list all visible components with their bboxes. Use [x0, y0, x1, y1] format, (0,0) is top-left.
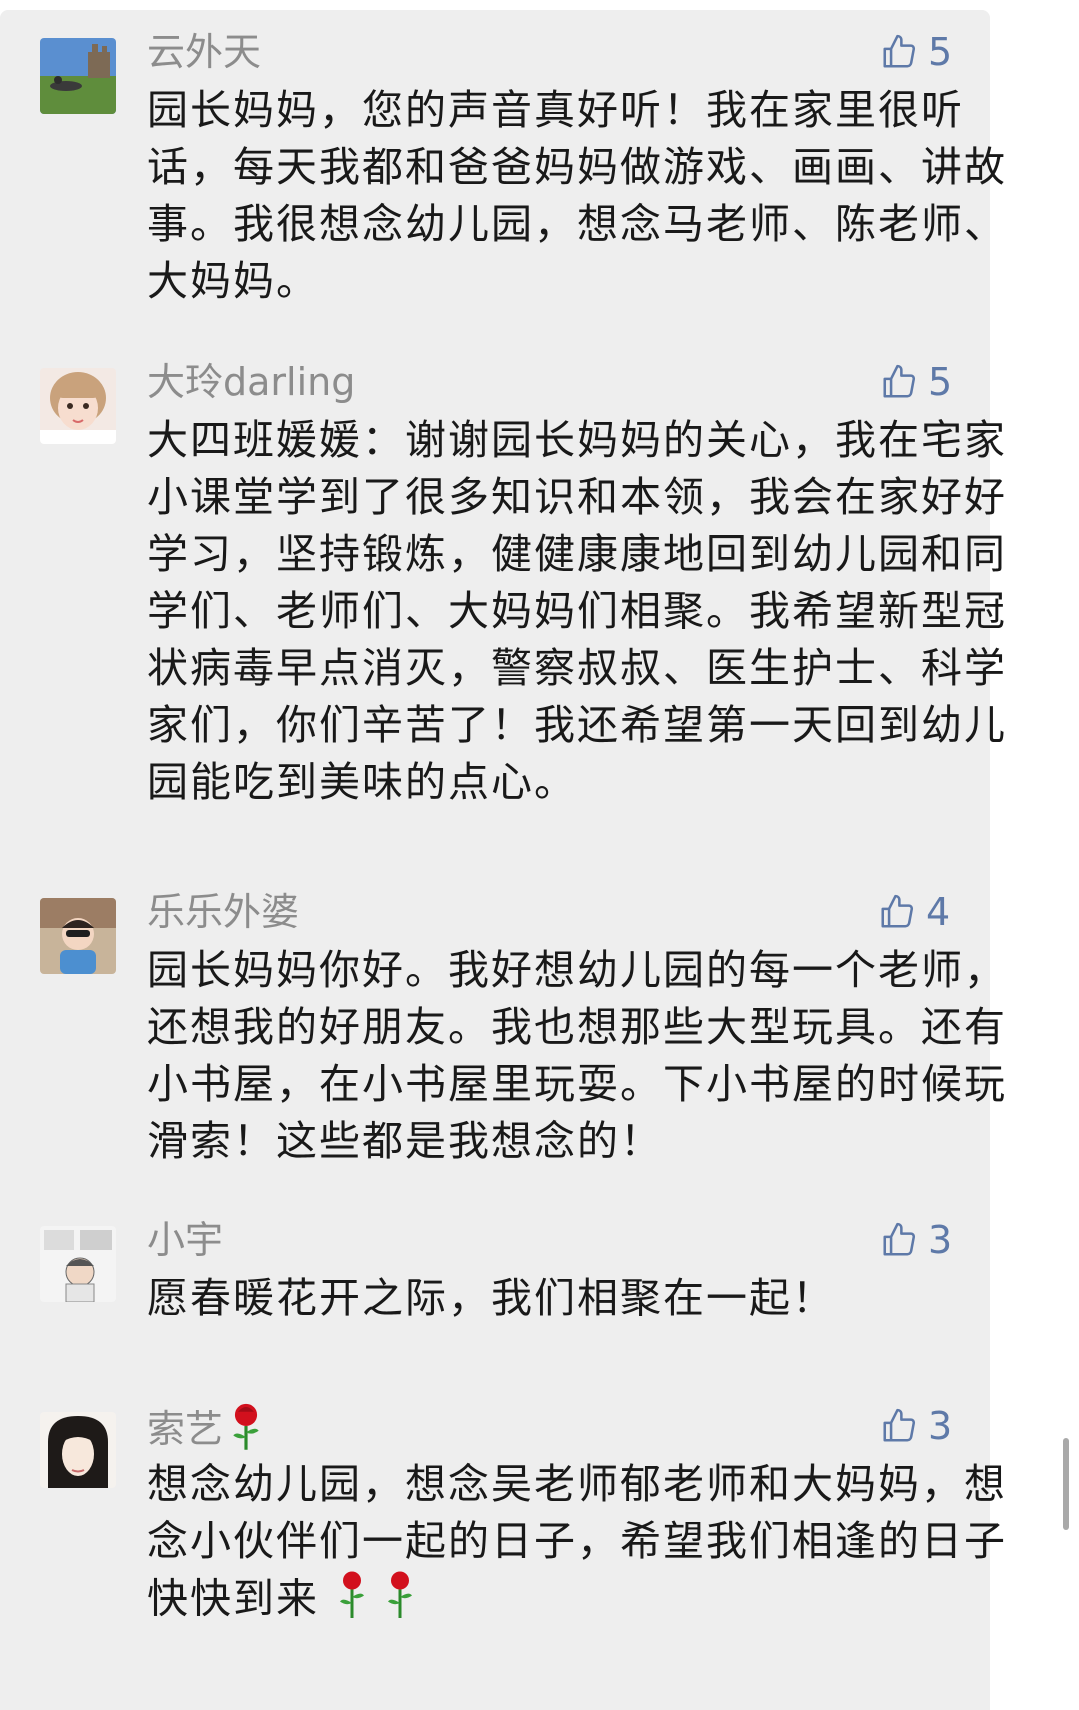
- comment-line: 快快到来: [147, 1570, 1027, 1633]
- like-count: 5: [928, 360, 953, 404]
- like-button[interactable]: 3: [880, 1402, 952, 1450]
- thumbs-up-icon: [881, 894, 914, 928]
- comment-line: 小书屋，在小书屋里玩耍。下小书屋的时候玩: [147, 1060, 1007, 1108]
- thumbs-up-icon: [883, 34, 916, 68]
- comment-line: 园长妈妈，您的声音真好听！我在家里很听: [147, 86, 964, 134]
- comment-line: 园长妈妈你好。我好想幼儿园的每一个老师，: [147, 946, 1007, 994]
- avatar[interactable]: [40, 898, 116, 974]
- thumbs-up-icon: [883, 1222, 916, 1256]
- rose-emoji-icon: [337, 1570, 367, 1633]
- comment-text: 大四班媛媛：谢谢园长妈妈的关心，我在宅家 小课堂学到了很多知识和本领，我会在家好…: [147, 412, 1027, 811]
- comment-line: 园能吃到美味的点心。: [147, 758, 577, 806]
- like-button[interactable]: 4: [878, 888, 950, 936]
- scrollbar[interactable]: [1063, 1438, 1069, 1530]
- comments-panel: 云外天 5 园长妈妈，您的声音真好听！我在家里很听 话，每天我都和爸爸妈妈做游戏…: [0, 10, 1005, 1710]
- comment-author[interactable]: 索艺: [147, 1402, 265, 1461]
- comment-line: 事。我很想念幼儿园，想念马老师、陈老师、: [147, 200, 1007, 248]
- like-count: 4: [926, 890, 951, 934]
- comment-text: 愿春暖花开之际，我们相聚在一起！: [147, 1270, 1027, 1327]
- comment-text: 想念幼儿园，想念吴老师郁老师和大妈妈，想 念小伙伴们一起的日子，希望我们相逢的日…: [147, 1456, 1027, 1633]
- comment-line: 家们，你们辛苦了！我还希望第一天回到幼儿: [147, 701, 1007, 749]
- comment-line: 话，每天我都和爸爸妈妈做游戏、画画、讲故: [147, 143, 1007, 191]
- comment-line: 念小伙伴们一起的日子，希望我们相逢的日子: [147, 1517, 1007, 1565]
- thumbs-up-icon: [883, 1408, 916, 1442]
- like-button[interactable]: 5: [880, 358, 952, 406]
- comment-text: 园长妈妈你好。我好想幼儿园的每一个老师， 还想我的好朋友。我也想那些大型玩具。还…: [147, 942, 1027, 1170]
- avatar[interactable]: [40, 368, 116, 444]
- comment-line: 学们、老师们、大妈妈们相聚。我希望新型冠: [147, 587, 1007, 635]
- comments-screen: 云外天 5 园长妈妈，您的声音真好听！我在家里很听 话，每天我都和爸爸妈妈做游戏…: [0, 0, 1079, 1710]
- comment-line: 还想我的好朋友。我也想那些大型玩具。还有: [147, 1003, 1007, 1051]
- comment-line: 大妈妈。: [147, 257, 319, 305]
- like-count: 5: [928, 30, 953, 74]
- rose-emoji-icon: [227, 1402, 265, 1461]
- avatar[interactable]: [40, 1412, 116, 1488]
- comment-line: 大四班媛媛：谢谢园长妈妈的关心，我在宅家: [147, 416, 1007, 464]
- like-button[interactable]: 5: [880, 28, 952, 76]
- like-count: 3: [928, 1404, 953, 1448]
- comment-line: 小课堂学到了很多知识和本领，我会在家好好: [147, 473, 1007, 521]
- comment-author[interactable]: 小宇: [147, 1216, 223, 1264]
- like-button[interactable]: 3: [880, 1216, 952, 1264]
- comment-line: 想念幼儿园，想念吴老师郁老师和大妈妈，想: [147, 1460, 1007, 1508]
- like-count: 3: [928, 1218, 953, 1262]
- comment-author[interactable]: 云外天: [147, 28, 261, 76]
- comment-text: 园长妈妈，您的声音真好听！我在家里很听 话，每天我都和爸爸妈妈做游戏、画画、讲故…: [147, 82, 1027, 310]
- avatar[interactable]: [40, 1226, 116, 1302]
- comment-line: 愿春暖花开之际，我们相聚在一起！: [147, 1274, 835, 1322]
- thumbs-up-icon: [883, 364, 916, 398]
- comment-line: 学习，坚持锻炼，健健康康地回到幼儿园和同: [147, 530, 1007, 578]
- comment-author[interactable]: 乐乐外婆: [147, 888, 299, 936]
- comment-line-text: 快快到来: [147, 1574, 319, 1623]
- rose-emoji-icon: [385, 1570, 415, 1633]
- comment-author[interactable]: 大玲darling: [147, 358, 355, 406]
- avatar[interactable]: [40, 38, 116, 114]
- comment-author-text: 索艺: [147, 1407, 224, 1451]
- comment-line: 状病毒早点消灭，警察叔叔、医生护士、科学: [147, 644, 1007, 692]
- comment-line: 滑索！这些都是我想念的！: [147, 1117, 663, 1165]
